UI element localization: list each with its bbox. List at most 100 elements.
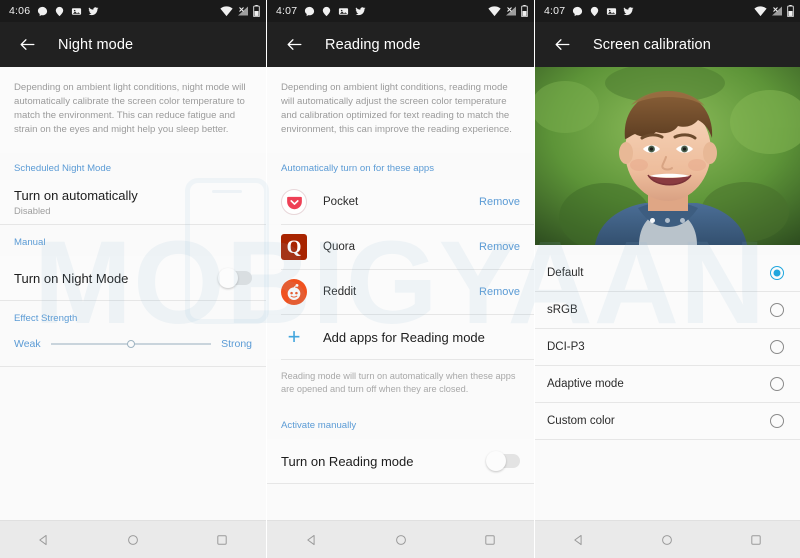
section-activate-manually: Activate manually (281, 420, 357, 431)
page-title: Reading mode (325, 36, 421, 53)
night-mode-body: Depending on ambient light conditions, n… (0, 67, 266, 520)
calibration-option-default[interactable]: Default (535, 255, 800, 291)
slider-min-label: Weak (14, 338, 41, 350)
navigation-bar (267, 520, 534, 558)
page-dot-1[interactable] (650, 218, 655, 223)
back-button[interactable] (12, 30, 42, 60)
calibration-options-body: Default sRGB DCI-P3 Adaptive mode Custom… (535, 245, 800, 520)
row-turn-on-reading-mode[interactable]: Turn on Reading mode (267, 439, 534, 483)
remove-button-reddit[interactable]: Remove (479, 286, 520, 298)
back-triangle-icon (39, 534, 47, 545)
chat-icon (38, 6, 48, 16)
home-circle-icon (395, 534, 406, 545)
calibration-option-dcip3[interactable]: DCI-P3 (535, 329, 800, 365)
status-notification-icons (572, 6, 634, 17)
reading-mode-toggle[interactable] (486, 451, 520, 471)
calibration-radio-custom[interactable] (770, 414, 784, 428)
night-mode-toggle[interactable] (218, 268, 252, 288)
nav-home-button[interactable] (380, 521, 422, 558)
battery-icon (253, 5, 260, 17)
app-bar: Screen calibration (535, 22, 800, 67)
back-button[interactable] (279, 30, 309, 60)
reading-mode-hint: Reading mode will turn on automatically … (281, 371, 516, 394)
screen-night-mode: 4:06 Night mode Depending on ambient lig… (0, 0, 266, 558)
row-turn-on-night-mode[interactable]: Turn on Night Mode (0, 256, 266, 300)
status-system-icons (488, 5, 528, 17)
calibration-option-adaptive[interactable]: Adaptive mode (535, 366, 800, 402)
status-system-icons (754, 5, 794, 17)
remove-button-quora[interactable]: Remove (479, 241, 520, 253)
twitter-icon (88, 6, 99, 15)
nav-back-button[interactable] (23, 521, 65, 558)
no-sim-signal-icon (772, 6, 782, 15)
calibration-option-srgb[interactable]: sRGB (535, 292, 800, 328)
reading-mode-body: Depending on ambient light conditions, r… (267, 67, 534, 520)
slider-thumb[interactable] (126, 340, 135, 348)
divider (0, 366, 266, 367)
app-row-quora[interactable]: Q Quora Remove (267, 225, 534, 269)
status-system-icons (220, 5, 260, 17)
app-row-pocket[interactable]: Pocket Remove (267, 180, 534, 224)
battery-icon (787, 5, 794, 17)
nav-recents-button[interactable] (735, 521, 777, 558)
recents-square-icon (484, 534, 495, 545)
navigation-bar (535, 520, 800, 558)
nav-home-button[interactable] (646, 521, 688, 558)
recents-square-icon (751, 534, 761, 545)
calibration-radio-dcip3[interactable] (770, 340, 784, 354)
calibration-option-custom[interactable]: Custom color (535, 403, 800, 439)
row-turn-on-automatically-subtitle: Disabled (14, 205, 51, 216)
section-automatically-turn-on: Automatically turn on for these apps (281, 163, 435, 174)
nav-recents-button[interactable] (469, 521, 511, 558)
add-apps-row[interactable]: + Add apps for Reading mode (267, 315, 534, 359)
twitter-icon (623, 6, 634, 15)
screen-reading-mode: 4:07 Reading mode Depending on ambient l… (267, 0, 534, 558)
app-bar: Night mode (0, 22, 266, 67)
nav-recents-button[interactable] (201, 521, 243, 558)
slider-track[interactable] (50, 340, 212, 348)
home-circle-icon (662, 534, 673, 545)
chat-icon (305, 6, 315, 16)
reading-mode-description: Depending on ambient light conditions, r… (267, 67, 534, 153)
navigation-bar (0, 520, 266, 558)
reddit-icon (281, 279, 307, 305)
calibration-option-dcip3-label: DCI-P3 (547, 341, 585, 353)
calibration-radio-adaptive[interactable] (770, 377, 784, 391)
row-turn-on-reading-mode-title: Turn on Reading mode (281, 453, 414, 469)
screenshot-triptych: 4:06 Night mode Depending on ambient lig… (0, 0, 800, 558)
status-bar: 4:07 (267, 0, 534, 22)
page-title: Screen calibration (593, 36, 711, 53)
remove-button-pocket[interactable]: Remove (479, 196, 520, 208)
calibration-radio-default[interactable] (770, 266, 784, 280)
divider (535, 439, 800, 440)
wifi-icon (488, 5, 501, 16)
quora-icon: Q (281, 234, 307, 260)
app-row-reddit[interactable]: Reddit Remove (267, 270, 534, 314)
effect-strength-slider-row[interactable]: Weak Strong (0, 332, 266, 366)
plus-icon: + (287, 324, 301, 349)
recents-square-icon (216, 534, 227, 545)
page-dot-2[interactable] (665, 218, 670, 223)
no-sim-signal-icon (506, 6, 516, 15)
status-notification-icons (37, 6, 99, 17)
nav-back-button[interactable] (291, 521, 333, 558)
add-apps-label: Add apps for Reading mode (323, 329, 485, 345)
status-clock: 4:06 (9, 5, 31, 17)
pocket-icon (281, 189, 307, 215)
photo-icon (607, 7, 617, 15)
divider (267, 483, 534, 484)
wifi-icon (754, 5, 767, 16)
slider-max-label: Strong (221, 338, 252, 350)
back-button[interactable] (547, 30, 577, 60)
calibration-option-default-label: Default (547, 267, 584, 279)
status-clock: 4:07 (544, 5, 566, 17)
row-turn-on-automatically[interactable]: Turn on automatically Disabled (0, 180, 266, 224)
page-title: Night mode (58, 36, 134, 53)
calibration-radio-srgb[interactable] (770, 303, 784, 317)
nav-home-button[interactable] (112, 521, 154, 558)
nav-back-button[interactable] (558, 521, 600, 558)
page-dot-3[interactable] (680, 218, 685, 223)
twitter-icon (355, 6, 366, 15)
back-arrow-icon (20, 39, 34, 50)
status-clock: 4:07 (276, 5, 298, 17)
